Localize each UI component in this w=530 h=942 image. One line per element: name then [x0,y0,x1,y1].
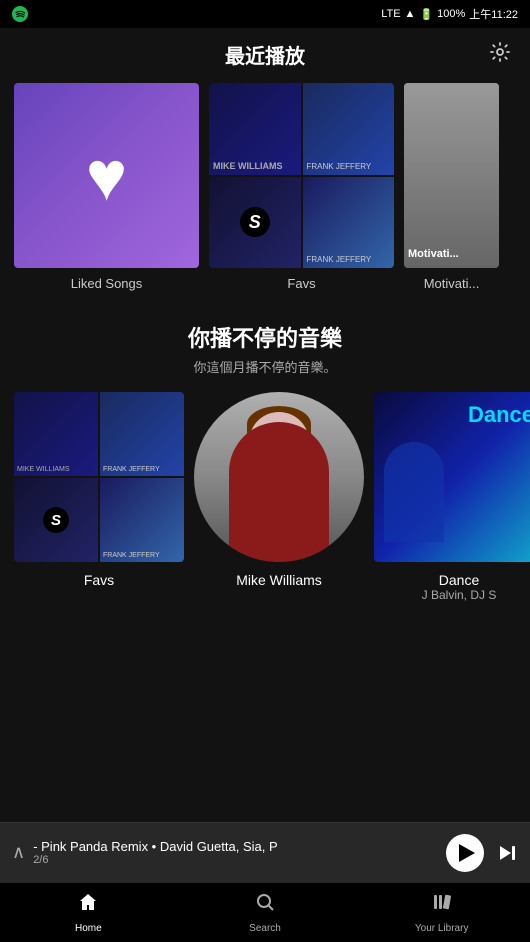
nonstop-title: 你播不停的音樂 [0,321,530,353]
motivation-text: Motivati... [408,248,459,260]
nonstop-item-favs[interactable]: MIKE WILLIAMS FRANK JEFFERY S FRANK JEFF… [14,392,184,602]
nonstop-item-dance[interactable]: Dance Dance Dance J Balvin, DJ S [374,392,530,602]
nonstop-section: 你播不停的音樂 你這個月播不停的音樂。 MIKE WILLIAMS FRANK … [0,301,530,612]
favs-cell-1: MIKE WILLIAMS [209,83,301,175]
nav-search[interactable]: Search [177,883,354,942]
nonstop-favs-cell1: MIKE WILLIAMS [14,392,98,476]
nonstop-favs-cell2: FRANK JEFFERY [100,392,184,476]
heart-icon: ♥ [86,136,128,216]
recently-item-motivation[interactable]: Motivati... Motivati... [404,83,499,291]
bottom-nav: Home Search Your Library [0,882,530,942]
nonstop-row: MIKE WILLIAMS FRANK JEFFERY S FRANK JEFF… [0,392,530,602]
motivation-thumb: Motivati... [404,83,499,268]
recently-item-favs[interactable]: MIKE WILLIAMS FRANK JEFFERY S FRANK JEFF… [209,83,394,291]
nonstop-favs-thumb: MIKE WILLIAMS FRANK JEFFERY S FRANK JEFF… [14,392,184,562]
search-label: Search [249,923,281,934]
skip-button[interactable] [496,842,518,864]
player-controls [446,834,518,872]
nonstop-subtitle: 你這個月播不停的音樂。 [0,357,530,376]
liked-songs-thumb: ♥ [14,83,199,268]
person-body [229,422,329,562]
battery-percent: 100% [437,8,465,20]
status-bar: LTE ▲ 🔋 100% 上午11:22 [0,0,530,28]
dance-thumb: Dance Dance [374,392,530,562]
signal-bars: ▲ [405,8,416,20]
collapse-button[interactable]: ∧ [12,842,25,863]
home-label: Home [75,923,102,934]
dance-figure [384,442,444,542]
nonstop-favs-cell3: S [14,478,98,562]
nonstop-favs-label: Favs [84,572,114,588]
liked-songs-label: Liked Songs [71,276,143,291]
favs-thumb: MIKE WILLIAMS FRANK JEFFERY S FRANK JEFF… [209,83,394,268]
favs-cell-4: FRANK JEFFERY [303,177,395,269]
play-button[interactable] [446,834,484,872]
favs-label: Favs [287,276,315,291]
recently-item-liked[interactable]: ♥ Liked Songs [14,83,199,291]
main-scroll: 最近播放 ♥ Liked Songs MIKE WILLIAMS FRANK J… [0,28,530,822]
library-icon [431,891,453,919]
home-icon [77,891,99,919]
time: 上午11:22 [469,6,518,22]
dance-sub: J Balvin, DJ S [422,588,497,602]
nonstop-item-mike[interactable]: Mike Williams [194,392,364,602]
recently-played-title: 最近播放 [0,40,530,69]
spinnin-logo-small: S [240,207,270,237]
favs-cell-2: FRANK JEFFERY [303,83,395,175]
signal-lte: LTE [381,8,400,20]
recently-played-section: 最近播放 ♥ Liked Songs MIKE WILLIAMS FRANK J… [0,28,530,301]
search-icon [254,891,276,919]
favs-cell-3: S [209,177,301,269]
nav-home[interactable]: Home [0,883,177,942]
player-progress: 2/6 [33,854,446,866]
dance-label-overlay: Dance [468,402,530,428]
player-track-name: - Pink Panda Remix • David Guetta, Sia, … [33,839,446,854]
player-track-info: - Pink Panda Remix • David Guetta, Sia, … [33,839,446,866]
nav-library[interactable]: Your Library [353,883,530,942]
spinnin-mini: S [43,507,69,533]
nonstop-favs-cell4: FRANK JEFFERY [100,478,184,562]
mike-williams-label: Mike Williams [236,572,322,588]
recently-grid: ♥ Liked Songs MIKE WILLIAMS FRANK JEFFER… [0,83,530,291]
player-bar: ∧ - Pink Panda Remix • David Guetta, Sia… [0,822,530,882]
battery-icon: 🔋 [419,8,433,21]
dance-label: Dance [439,572,479,588]
spotify-logo [12,6,28,22]
library-label: Your Library [415,923,469,934]
play-icon [459,844,475,862]
motivation-label: Motivati... [424,276,480,291]
mike-williams-thumb [194,392,364,562]
